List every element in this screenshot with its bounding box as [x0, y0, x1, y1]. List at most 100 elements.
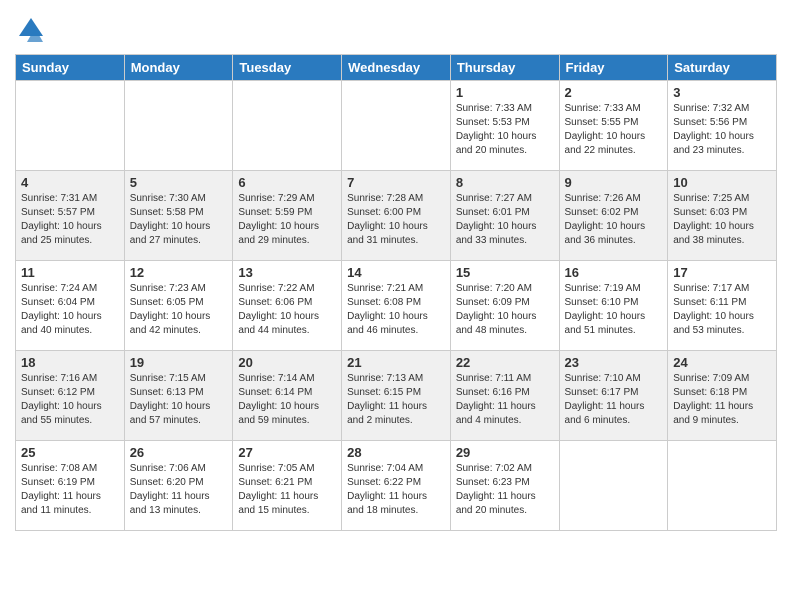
day-number: 28 [347, 445, 445, 460]
calendar: SundayMondayTuesdayWednesdayThursdayFrid… [15, 54, 777, 531]
calendar-cell [233, 81, 342, 171]
calendar-cell [668, 441, 777, 531]
calendar-cell: 22 Sunrise: 7:11 AM Sunset: 6:16 PM Dayli… [450, 351, 559, 441]
calendar-cell: 21 Sunrise: 7:13 AM Sunset: 6:15 PM Dayli… [342, 351, 451, 441]
calendar-week-row: 25 Sunrise: 7:08 AM Sunset: 6:19 PM Dayli… [16, 441, 777, 531]
calendar-cell: 14 Sunrise: 7:21 AM Sunset: 6:08 PM Dayli… [342, 261, 451, 351]
day-info: Sunrise: 7:02 AM Sunset: 6:23 PM Dayligh… [456, 462, 554, 518]
calendar-cell: 29 Sunrise: 7:02 AM Sunset: 6:23 PM Dayli… [450, 441, 559, 531]
day-number: 29 [456, 445, 554, 460]
day-number: 26 [130, 445, 228, 460]
day-number: 7 [347, 175, 445, 190]
day-number: 14 [347, 265, 445, 280]
calendar-cell: 15 Sunrise: 7:20 AM Sunset: 6:09 PM Dayli… [450, 261, 559, 351]
calendar-cell [124, 81, 233, 171]
weekday-header-wednesday: Wednesday [342, 55, 451, 81]
weekday-header-saturday: Saturday [668, 55, 777, 81]
day-number: 22 [456, 355, 554, 370]
day-number: 3 [673, 85, 771, 100]
weekday-header-row: SundayMondayTuesdayWednesdayThursdayFrid… [16, 55, 777, 81]
calendar-cell: 1 Sunrise: 7:33 AM Sunset: 5:53 PM Daylig… [450, 81, 559, 171]
calendar-cell [16, 81, 125, 171]
day-number: 16 [565, 265, 663, 280]
day-info: Sunrise: 7:11 AM Sunset: 6:16 PM Dayligh… [456, 372, 554, 428]
day-info: Sunrise: 7:21 AM Sunset: 6:08 PM Dayligh… [347, 282, 445, 338]
calendar-cell: 11 Sunrise: 7:24 AM Sunset: 6:04 PM Dayli… [16, 261, 125, 351]
day-number: 19 [130, 355, 228, 370]
day-number: 10 [673, 175, 771, 190]
calendar-cell: 23 Sunrise: 7:10 AM Sunset: 6:17 PM Dayli… [559, 351, 668, 441]
day-number: 1 [456, 85, 554, 100]
day-number: 23 [565, 355, 663, 370]
day-info: Sunrise: 7:14 AM Sunset: 6:14 PM Dayligh… [238, 372, 336, 428]
calendar-cell: 10Sunrise: 7:25 AM Sunset: 6:03 PM Dayli… [668, 171, 777, 261]
day-info: Sunrise: 7:20 AM Sunset: 6:09 PM Dayligh… [456, 282, 554, 338]
calendar-cell: 3 Sunrise: 7:32 AM Sunset: 5:56 PM Daylig… [668, 81, 777, 171]
day-number: 21 [347, 355, 445, 370]
calendar-cell: 9 Sunrise: 7:26 AM Sunset: 6:02 PM Daylig… [559, 171, 668, 261]
header [15, 10, 777, 46]
calendar-cell: 18Sunrise: 7:16 AM Sunset: 6:12 PM Dayli… [16, 351, 125, 441]
calendar-week-row: 18Sunrise: 7:16 AM Sunset: 6:12 PM Dayli… [16, 351, 777, 441]
day-number: 24 [673, 355, 771, 370]
logo [15, 14, 51, 46]
day-info: Sunrise: 7:30 AM Sunset: 5:58 PM Dayligh… [130, 192, 228, 248]
day-number: 11 [21, 265, 119, 280]
day-number: 13 [238, 265, 336, 280]
day-info: Sunrise: 7:06 AM Sunset: 6:20 PM Dayligh… [130, 462, 228, 518]
day-info: Sunrise: 7:23 AM Sunset: 6:05 PM Dayligh… [130, 282, 228, 338]
day-number: 2 [565, 85, 663, 100]
day-number: 17 [673, 265, 771, 280]
calendar-week-row: 4 Sunrise: 7:31 AM Sunset: 5:57 PM Daylig… [16, 171, 777, 261]
calendar-cell: 8 Sunrise: 7:27 AM Sunset: 6:01 PM Daylig… [450, 171, 559, 261]
day-info: Sunrise: 7:10 AM Sunset: 6:17 PM Dayligh… [565, 372, 663, 428]
day-info: Sunrise: 7:13 AM Sunset: 6:15 PM Dayligh… [347, 372, 445, 428]
day-number: 18 [21, 355, 119, 370]
weekday-header-monday: Monday [124, 55, 233, 81]
calendar-cell: 7 Sunrise: 7:28 AM Sunset: 6:00 PM Daylig… [342, 171, 451, 261]
calendar-week-row: 1 Sunrise: 7:33 AM Sunset: 5:53 PM Daylig… [16, 81, 777, 171]
calendar-cell: 19 Sunrise: 7:15 AM Sunset: 6:13 PM Dayli… [124, 351, 233, 441]
day-info: Sunrise: 7:15 AM Sunset: 6:13 PM Dayligh… [130, 372, 228, 428]
calendar-cell: 27 Sunrise: 7:05 AM Sunset: 6:21 PM Dayli… [233, 441, 342, 531]
day-number: 9 [565, 175, 663, 190]
day-info: Sunrise: 7:17 AM Sunset: 6:11 PM Dayligh… [673, 282, 771, 338]
day-info: Sunrise: 7:09 AM Sunset: 6:18 PM Dayligh… [673, 372, 771, 428]
day-info: Sunrise: 7:04 AM Sunset: 6:22 PM Dayligh… [347, 462, 445, 518]
day-info: Sunrise: 7:05 AM Sunset: 6:21 PM Dayligh… [238, 462, 336, 518]
day-number: 15 [456, 265, 554, 280]
calendar-cell: 16 Sunrise: 7:19 AM Sunset: 6:10 PM Dayli… [559, 261, 668, 351]
day-info: Sunrise: 7:33 AM Sunset: 5:53 PM Dayligh… [456, 102, 554, 158]
day-number: 27 [238, 445, 336, 460]
calendar-cell: 5Sunrise: 7:30 AM Sunset: 5:58 PM Daylig… [124, 171, 233, 261]
day-number: 4 [21, 175, 119, 190]
day-number: 20 [238, 355, 336, 370]
day-number: 8 [456, 175, 554, 190]
day-info: Sunrise: 7:27 AM Sunset: 6:01 PM Dayligh… [456, 192, 554, 248]
day-info: Sunrise: 7:08 AM Sunset: 6:19 PM Dayligh… [21, 462, 119, 518]
day-info: Sunrise: 7:32 AM Sunset: 5:56 PM Dayligh… [673, 102, 771, 158]
calendar-cell: 25 Sunrise: 7:08 AM Sunset: 6:19 PM Dayli… [16, 441, 125, 531]
weekday-header-friday: Friday [559, 55, 668, 81]
calendar-cell: 13 Sunrise: 7:22 AM Sunset: 6:06 PM Dayli… [233, 261, 342, 351]
day-info: Sunrise: 7:22 AM Sunset: 6:06 PM Dayligh… [238, 282, 336, 338]
calendar-cell: 26 Sunrise: 7:06 AM Sunset: 6:20 PM Dayli… [124, 441, 233, 531]
day-info: Sunrise: 7:28 AM Sunset: 6:00 PM Dayligh… [347, 192, 445, 248]
calendar-cell: 6Sunrise: 7:29 AM Sunset: 5:59 PM Daylig… [233, 171, 342, 261]
calendar-week-row: 11 Sunrise: 7:24 AM Sunset: 6:04 PM Dayli… [16, 261, 777, 351]
calendar-cell: 24 Sunrise: 7:09 AM Sunset: 6:18 PM Dayli… [668, 351, 777, 441]
calendar-cell [342, 81, 451, 171]
calendar-cell: 17 Sunrise: 7:17 AM Sunset: 6:11 PM Dayli… [668, 261, 777, 351]
weekday-header-thursday: Thursday [450, 55, 559, 81]
day-info: Sunrise: 7:26 AM Sunset: 6:02 PM Dayligh… [565, 192, 663, 248]
day-number: 25 [21, 445, 119, 460]
day-info: Sunrise: 7:24 AM Sunset: 6:04 PM Dayligh… [21, 282, 119, 338]
weekday-header-tuesday: Tuesday [233, 55, 342, 81]
calendar-cell: 12Sunrise: 7:23 AM Sunset: 6:05 PM Dayli… [124, 261, 233, 351]
day-info: Sunrise: 7:33 AM Sunset: 5:55 PM Dayligh… [565, 102, 663, 158]
day-number: 6 [238, 175, 336, 190]
logo-icon [15, 14, 47, 46]
day-info: Sunrise: 7:31 AM Sunset: 5:57 PM Dayligh… [21, 192, 119, 248]
calendar-cell: 2 Sunrise: 7:33 AM Sunset: 5:55 PM Daylig… [559, 81, 668, 171]
day-info: Sunrise: 7:19 AM Sunset: 6:10 PM Dayligh… [565, 282, 663, 338]
